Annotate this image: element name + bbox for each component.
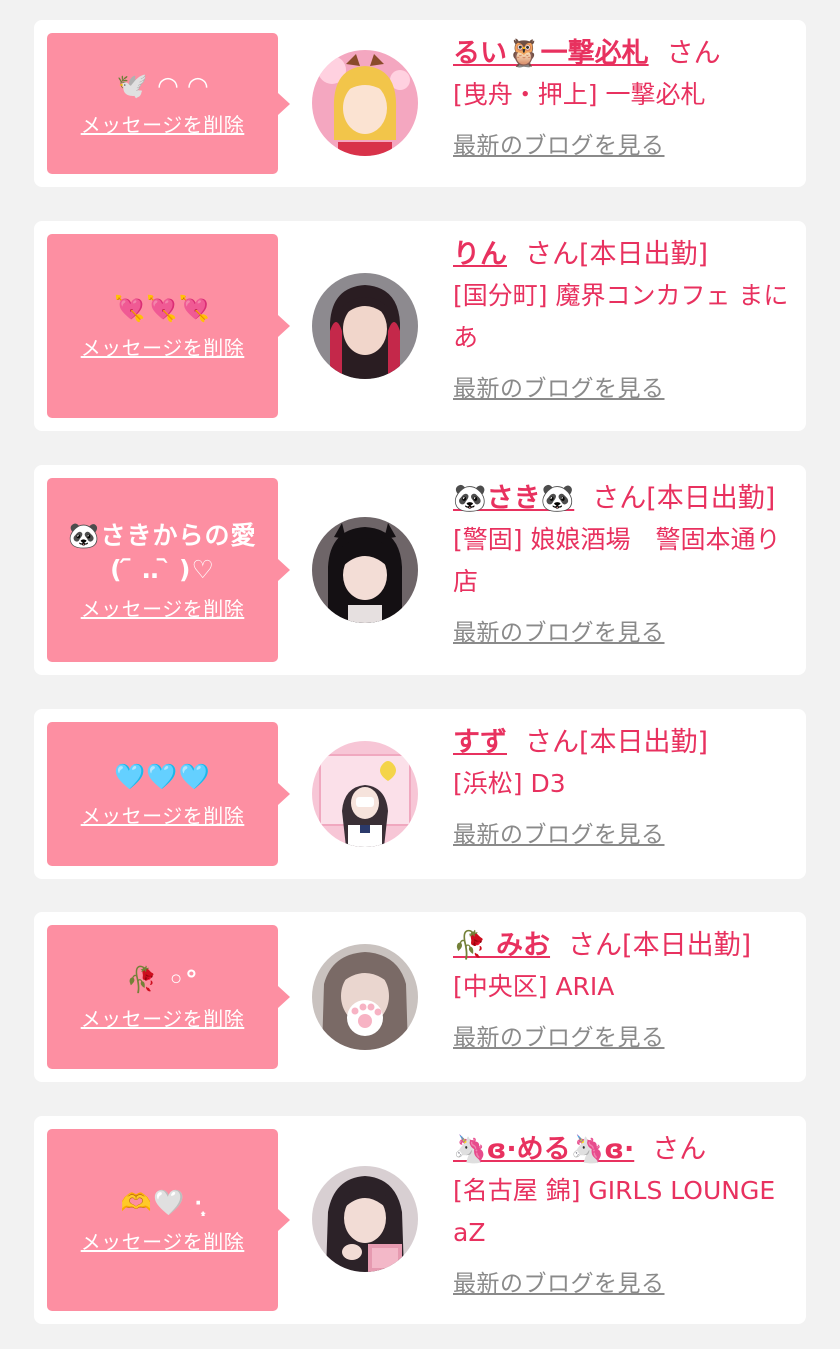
avatar[interactable]: [312, 50, 418, 156]
heart-pose-girl-avatar-icon: [312, 1166, 418, 1272]
message-text: 💘💘💘: [114, 293, 211, 323]
shop-name: [名古屋 錦] GIRLS LOUNGE aZ: [453, 1176, 776, 1247]
girl-name-link[interactable]: 🐼さき🐼: [453, 483, 574, 514]
honorific: さん: [525, 239, 579, 270]
message-card: 🫶🤍 ·̩͙ メッセージを削除 🦄ɞ·める🦄ɞ· さん [名古屋 錦] GIRLS…: [34, 1116, 806, 1324]
delete-message-link[interactable]: メッセージを削除: [81, 1226, 245, 1255]
message-bubble: 🕊️ ◠ ◠ メッセージを削除: [47, 33, 290, 174]
avatar[interactable]: [312, 273, 418, 379]
girl-info: るい🦉一撃必札 さん [曳舟・押上] 一撃必札 最新のブログを見る: [453, 34, 792, 160]
honorific: さん: [568, 930, 623, 961]
honorific: さん: [525, 727, 579, 758]
black-hair-girl-avatar-icon: [312, 517, 418, 623]
honorific: さん: [652, 1134, 707, 1165]
delete-message-link[interactable]: メッセージを削除: [81, 593, 245, 622]
message-text: 🐼さきからの愛 ( ᷇ ‥ ᷆ )♡: [68, 520, 257, 584]
girl-name-link[interactable]: すず: [453, 727, 507, 758]
paw-sticker-girl-avatar-icon: [312, 944, 418, 1050]
message-card: 🐼さきからの愛 ( ᷇ ‥ ᷆ )♡ メッセージを削除 🐼さき🐼 さん[本日出勤]…: [34, 465, 806, 675]
blonde-girl-avatar-icon: [312, 50, 418, 156]
latest-blog-link[interactable]: 最新のブログを見る: [453, 613, 665, 647]
message-bubble: 🫶🤍 ·̩͙ メッセージを削除: [47, 1129, 290, 1311]
message-bubble: 🩵🩵🩵 メッセージを削除: [47, 722, 290, 866]
message-card: 🕊️ ◠ ◠ メッセージを削除 るい🦉一撃必札 さん [曳舟・押上] 一撃必札 最…: [34, 20, 806, 187]
status-badge: [本日出勤]: [579, 727, 709, 758]
avatar[interactable]: [312, 944, 418, 1050]
latest-blog-link[interactable]: 最新のブログを見る: [453, 369, 665, 403]
message-card: 🩵🩵🩵 メッセージを削除 すず さん[本日出勤] [浜松] D3 最新のブログを見…: [34, 709, 806, 879]
latest-blog-link[interactable]: 最新のブログを見る: [453, 126, 665, 160]
delete-message-link[interactable]: メッセージを削除: [81, 332, 245, 361]
status-badge: [本日出勤]: [646, 483, 776, 514]
shop-name: [中央区] ARIA: [453, 972, 615, 1001]
shop-name: [曳舟・押上] 一撃必札: [453, 80, 706, 109]
shop-name: [国分町] 魔界コンカフェ まにあ: [453, 281, 789, 352]
message-text: 🕊️ ◠ ◠: [116, 71, 209, 100]
message-text: 🫶🤍 ·̩͙: [120, 1187, 205, 1217]
girl-info: 🦄ɞ·める🦄ɞ· さん [名古屋 錦] GIRLS LOUNGE aZ 最新のブロ…: [453, 1130, 792, 1298]
girl-name-link[interactable]: るい🦉一撃必札: [453, 38, 649, 69]
shop-name: [警固] 娘娘酒場 警固本通り店: [453, 525, 781, 596]
delete-message-link[interactable]: メッセージを削除: [81, 800, 245, 829]
avatar[interactable]: [312, 741, 418, 847]
girl-info: すず さん[本日出勤] [浜松] D3 最新のブログを見る: [453, 723, 792, 849]
message-text: 🥀 ◦°: [126, 964, 199, 994]
girl-name-link[interactable]: りん: [453, 239, 507, 270]
avatar[interactable]: [312, 517, 418, 623]
latest-blog-link[interactable]: 最新のブログを見る: [453, 1018, 665, 1052]
status-badge: [本日出勤]: [579, 239, 709, 270]
delete-message-link[interactable]: メッセージを削除: [81, 109, 245, 138]
message-bubble: 💘💘💘 メッセージを削除: [47, 234, 290, 418]
honorific: さん: [592, 483, 647, 514]
red-hair-girl-avatar-icon: [312, 273, 418, 379]
message-bubble: 🥀 ◦° メッセージを削除: [47, 925, 290, 1069]
message-text: 🩵🩵🩵: [114, 761, 211, 791]
status-badge: [本日出勤]: [622, 930, 752, 961]
pink-background-girl-avatar-icon: [312, 741, 418, 847]
girl-info: 🐼さき🐼 さん[本日出勤] [警固] 娘娘酒場 警固本通り店 最新のブログを見る: [453, 479, 792, 647]
avatar[interactable]: [312, 1166, 418, 1272]
latest-blog-link[interactable]: 最新のブログを見る: [453, 1264, 665, 1298]
girl-info: りん さん[本日出勤] [国分町] 魔界コンカフェ まにあ 最新のブログを見る: [453, 235, 792, 403]
shop-name: [浜松] D3: [453, 769, 566, 798]
message-card: 🥀 ◦° メッセージを削除 🥀 みお さん[本日出勤] [中央区] ARIA 最…: [34, 912, 806, 1082]
latest-blog-link[interactable]: 最新のブログを見る: [453, 815, 665, 849]
message-bubble: 🐼さきからの愛 ( ᷇ ‥ ᷆ )♡ メッセージを削除: [47, 478, 290, 662]
delete-message-link[interactable]: メッセージを削除: [81, 1003, 245, 1032]
girl-name-link[interactable]: 🥀 みお: [453, 930, 550, 961]
girl-name-link[interactable]: 🦄ɞ·める🦄ɞ·: [453, 1134, 634, 1165]
honorific: さん: [666, 38, 721, 69]
message-card: 💘💘💘 メッセージを削除 りん さん[本日出勤] [国分町] 魔界コンカフェ まに…: [34, 221, 806, 431]
girl-info: 🥀 みお さん[本日出勤] [中央区] ARIA 最新のブログを見る: [453, 926, 792, 1052]
message-list: 🕊️ ◠ ◠ メッセージを削除 るい🦉一撃必札 さん [曳舟・押上] 一撃必札 最…: [0, 0, 840, 1349]
